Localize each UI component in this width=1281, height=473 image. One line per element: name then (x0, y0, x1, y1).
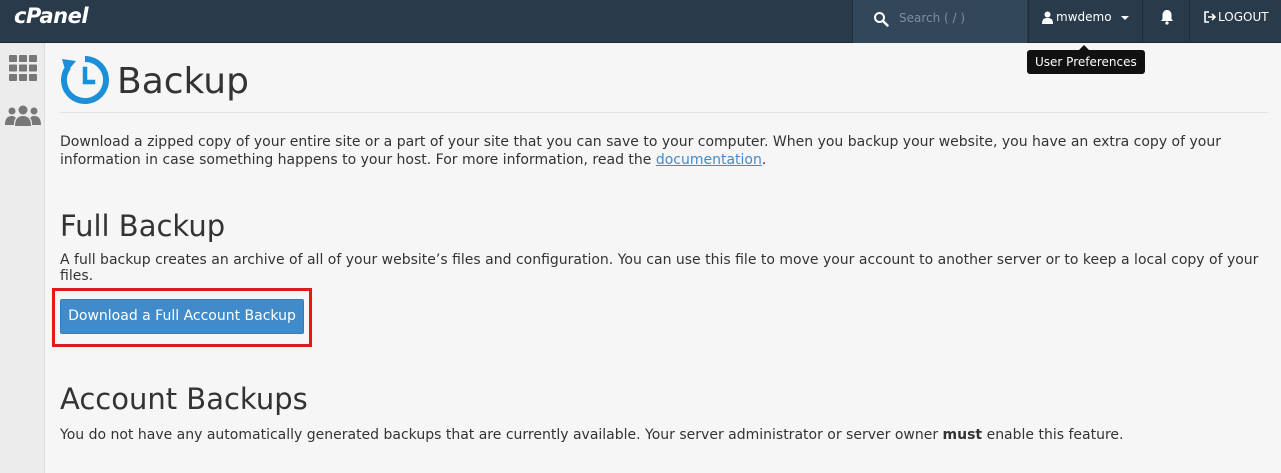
account-backups-heading: Account Backups (60, 382, 308, 416)
search-input[interactable]: Search ( / ) (899, 11, 965, 25)
user-menu[interactable]: mwdemo (1028, 0, 1141, 43)
full-backup-heading: Full Backup (60, 209, 226, 243)
page-header: Backup (60, 53, 1268, 113)
users-group-icon[interactable] (5, 105, 41, 127)
backup-clock-icon (61, 56, 109, 104)
user-icon (1042, 11, 1053, 24)
download-full-backup-button[interactable]: Download a Full Account Backup (60, 299, 304, 334)
chevron-down-icon (1121, 16, 1129, 20)
account-backups-description: You do not have any automatically genera… (60, 427, 1124, 443)
notifications-button[interactable] (1142, 0, 1190, 43)
search-box[interactable]: Search ( / ) (852, 0, 1027, 43)
page-title: Backup (117, 61, 249, 102)
cpanel-logo[interactable]: cPanel (14, 4, 89, 28)
logout-link[interactable]: LOGOUT (1204, 10, 1269, 24)
sidebar (0, 43, 45, 473)
search-icon (874, 12, 889, 27)
username: mwdemo (1056, 10, 1112, 24)
logout-label: LOGOUT (1218, 10, 1269, 24)
intro-text: Download a zipped copy of your entire si… (60, 134, 1221, 168)
apps-grid-icon[interactable] (9, 55, 37, 81)
bell-icon (1161, 10, 1173, 25)
full-backup-description: A full backup creates an archive of all … (60, 252, 1259, 284)
top-navbar: cPanel Search ( / ) mwdemo LOGOUT (0, 0, 1281, 43)
logout-icon (1204, 11, 1217, 23)
documentation-link[interactable]: documentation (656, 152, 762, 168)
